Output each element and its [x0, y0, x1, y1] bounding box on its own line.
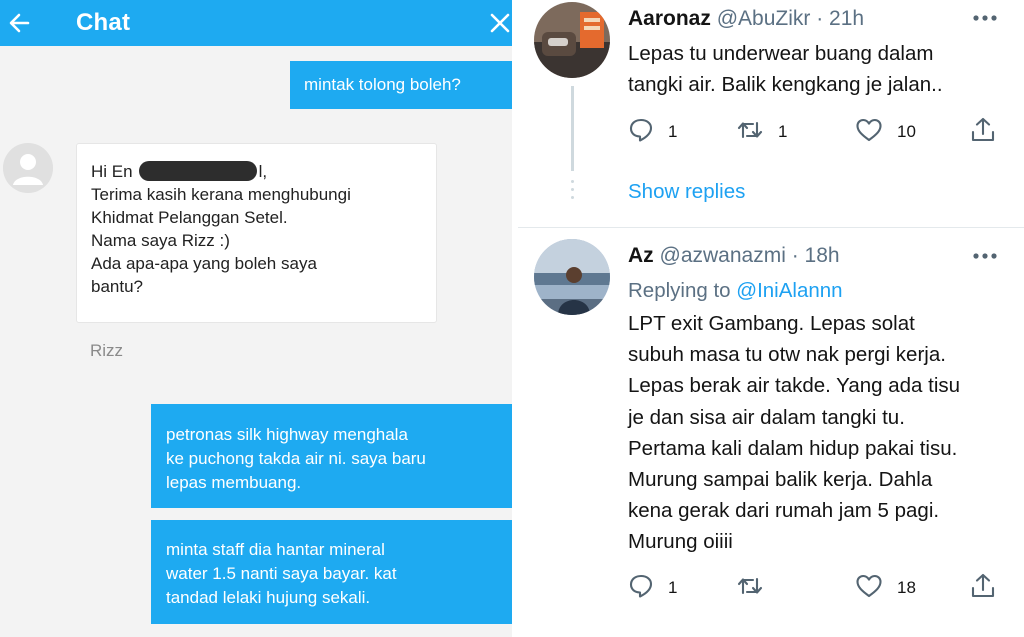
replying-to-label: Replying to: [628, 279, 731, 302]
tweet-author[interactable]: Aaronaz @AbuZikr · 21h: [628, 7, 864, 31]
outgoing-message: petronas silk highway menghala ke puchon…: [151, 404, 512, 508]
display-name[interactable]: Aaronaz: [628, 7, 711, 30]
chat-title: Chat: [76, 9, 131, 36]
tweet-line: LPT exit Gambang. Lepas solat: [628, 312, 915, 335]
retweet-button[interactable]: 1: [736, 117, 787, 147]
message-line: Nama saya Rizz :): [91, 231, 230, 250]
tweet-line: Murung sampai balik kerja. Dahla: [628, 468, 933, 492]
tweet-author[interactable]: Az @azwanazmi · 18h: [628, 244, 840, 268]
share-icon: [970, 572, 996, 605]
chat-panel: Chat mintak tolong boleh? Hi En l, Terima…: [0, 0, 512, 637]
show-replies-link[interactable]: Show replies: [628, 180, 745, 204]
tweet-line: Lepas tu underwear buang dalam: [628, 42, 934, 65]
tweet-line: Lepas berak air takde. Yang ada tisu: [628, 374, 961, 398]
outgoing-message: mintak tolong boleh?: [290, 61, 512, 109]
tweet-line: Pertama kali dalam hidup pakai tisu.: [628, 436, 958, 460]
like-button[interactable]: 18: [855, 573, 916, 603]
message-line: Khidmat Pelanggan Setel.: [91, 208, 288, 227]
redacted-name: [138, 161, 257, 181]
thread-dot: [571, 180, 574, 183]
like-count: 18: [897, 578, 916, 597]
incoming-message: Hi En l, Terima kasih kerana menghubungi …: [76, 143, 437, 323]
tweet-line: kena gerak dari rumah jam 5 pagi.: [628, 499, 940, 523]
like-button[interactable]: 10: [855, 117, 916, 147]
tweet-divider: [518, 227, 1024, 228]
retweet-icon: [736, 573, 764, 604]
reply-icon: [628, 573, 654, 604]
user-avatar-icon: [3, 143, 53, 193]
message-line: bantu?: [91, 277, 143, 296]
more-icon[interactable]: [970, 249, 1000, 261]
like-icon: [855, 117, 883, 148]
reply-icon: [628, 117, 654, 148]
like-count: 10: [897, 122, 916, 141]
greeting-suffix: l,: [258, 162, 268, 181]
message-line: minta staff dia hantar mineral: [166, 540, 385, 559]
handle[interactable]: @AbuZikr: [717, 7, 811, 30]
display-name[interactable]: Az: [628, 244, 654, 267]
reply-button[interactable]: 1: [628, 573, 677, 603]
retweet-button[interactable]: [736, 573, 778, 603]
message-line: ke puchong takda air ni. saya baru: [166, 449, 426, 468]
thread-line: [571, 86, 574, 171]
share-icon: [970, 116, 996, 149]
close-icon[interactable]: [486, 9, 512, 37]
back-arrow-icon[interactable]: [6, 9, 34, 37]
tweet-line: subuh masa tu otw nak pergi kerja.: [628, 343, 946, 367]
message-line: tandad lelaki hujung sekali.: [166, 588, 371, 607]
tweet-line: je dan sisa air dalam tangki tu.: [628, 405, 905, 429]
thread-dot: [571, 196, 574, 199]
message-line: Ada apa-apa yang boleh saya: [91, 254, 317, 273]
replying-to-handle[interactable]: @IniAlannn: [736, 279, 842, 302]
thread-dot: [571, 188, 574, 191]
tweet-thread: Aaronaz @AbuZikr · 21h Lepas tu underwea…: [518, 0, 1024, 637]
replying-to: Replying to @IniAlannn: [628, 275, 843, 306]
message-line: petronas silk highway menghala: [166, 425, 408, 444]
dot-separator: ·: [810, 7, 830, 30]
message-line: water 1.5 nanti saya bayar. kat: [166, 564, 397, 583]
outgoing-message: minta staff dia hantar mineral water 1.5…: [151, 520, 512, 624]
avatar[interactable]: [534, 239, 610, 315]
message-line: Terima kasih kerana menghubungi: [91, 185, 351, 204]
reply-button[interactable]: 1: [628, 117, 677, 147]
message-text: mintak tolong boleh?: [304, 75, 461, 94]
share-button[interactable]: [970, 117, 996, 147]
tweet-line: Murung oiiii: [628, 530, 733, 554]
dot-separator: ·: [785, 244, 805, 267]
timestamp[interactable]: 18h: [805, 244, 840, 267]
message-line: lepas membuang.: [166, 473, 302, 492]
greeting-line: Hi En l,: [91, 160, 436, 183]
tweet-text: LPT exit Gambang. Lepas solat subuh masa…: [628, 308, 960, 558]
retweet-count: 1: [778, 122, 788, 141]
agent-name: Rizz: [90, 341, 124, 360]
retweet-icon: [736, 117, 764, 148]
chat-header: Chat: [0, 0, 512, 46]
reply-count: 1: [668, 122, 678, 141]
share-button[interactable]: [970, 573, 996, 603]
reply-count: 1: [668, 578, 678, 597]
greeting-prefix: Hi En: [91, 162, 133, 181]
tweet-line: tangki air. Balik kengkang je jalan..: [628, 73, 943, 97]
avatar[interactable]: [534, 2, 610, 78]
timestamp[interactable]: 21h: [829, 7, 864, 30]
tweet-text: Lepas tu underwear buang dalam tangki ai…: [628, 38, 943, 100]
more-icon[interactable]: [970, 11, 1000, 23]
handle[interactable]: @azwanazmi: [660, 244, 786, 267]
like-icon: [855, 573, 883, 604]
